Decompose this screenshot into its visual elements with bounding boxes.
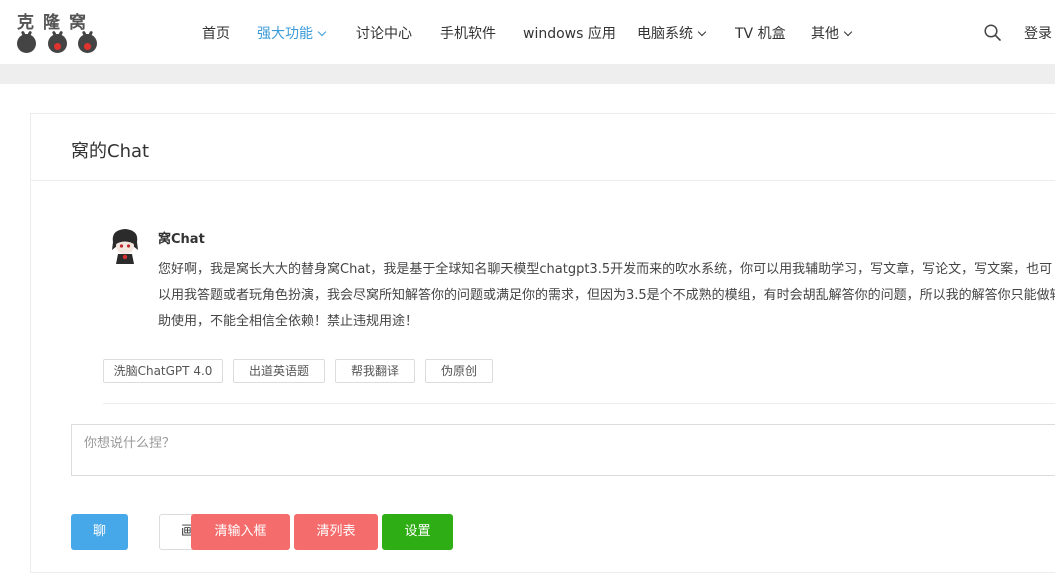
nav-item-windows-apps[interactable]: windows 应用: [523, 23, 616, 43]
clear-input-button[interactable]: 清输入框: [191, 514, 290, 550]
settings-button[interactable]: 设置: [382, 514, 453, 550]
chip-jailbreak-gpt4[interactable]: 洗脑ChatGPT 4.0: [103, 359, 223, 383]
chevron-down-icon: [317, 27, 327, 37]
clear-list-button[interactable]: 清列表: [294, 514, 378, 550]
nav-item-home[interactable]: 首页: [202, 23, 230, 43]
nav-item-pc-systems[interactable]: 电脑系统: [637, 23, 707, 43]
chat-button[interactable]: 聊: [71, 514, 128, 550]
mascot-icon: [78, 34, 97, 53]
chevron-down-icon: [697, 27, 707, 37]
page-title: 窝的Chat: [71, 141, 150, 162]
nav-item-mobile-apps[interactable]: 手机软件: [440, 23, 496, 43]
mascot-icon: [48, 34, 67, 53]
chip-english-question[interactable]: 出道英语题: [233, 359, 325, 383]
header-spacer: [0, 64, 1055, 84]
nav-item-tv-box[interactable]: TV 机盒: [735, 23, 786, 43]
divider: [31, 180, 1055, 181]
chevron-down-icon: [843, 27, 853, 37]
chip-translate[interactable]: 帮我翻译: [335, 359, 415, 383]
bot-name: 窝Chat: [158, 232, 205, 247]
nav-item-forum[interactable]: 讨论中心: [356, 23, 412, 43]
nav-item-other[interactable]: 其他: [811, 23, 853, 43]
logo-mascots: [17, 34, 103, 54]
chat-input[interactable]: [71, 424, 1055, 476]
bot-avatar: [112, 229, 138, 264]
logo-text: 克隆窝: [17, 13, 95, 33]
divider: [103, 403, 1055, 404]
site-header: 克隆窝 首页 强大功能 讨论中心 手机软件 windows 应用 电脑系统 TV…: [0, 0, 1055, 64]
login-link[interactable]: 登录: [1024, 23, 1052, 43]
mascot-icon: [17, 34, 36, 53]
chat-card: 窝的Chat 窝Chat 您好啊，我是窝长大大的替身窝Chat，我是基于全球知名…: [30, 113, 1055, 573]
search-icon[interactable]: [984, 24, 1001, 41]
nav-item-features[interactable]: 强大功能: [257, 23, 327, 43]
bot-message: 您好啊，我是窝长大大的替身窝Chat，我是基于全球知名聊天模型chatgpt3.…: [158, 262, 1055, 329]
chip-rewrite[interactable]: 伪原创: [425, 359, 493, 383]
site-logo[interactable]: 克隆窝: [17, 8, 103, 56]
